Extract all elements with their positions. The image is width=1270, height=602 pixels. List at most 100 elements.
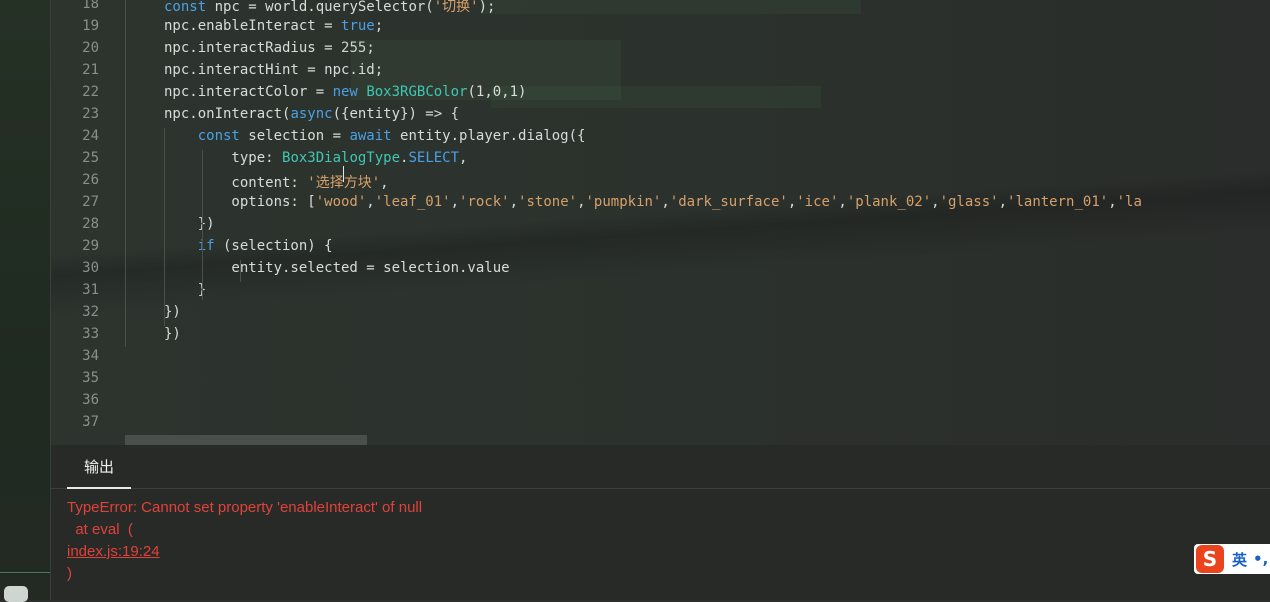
sogou-logo-icon: S — [1196, 545, 1224, 573]
code-token: , — [366, 194, 375, 210]
code-token: , — [1108, 194, 1117, 210]
code-token: npc.interactRadius = — [164, 40, 342, 56]
line-number: 21 — [82, 62, 99, 78]
code-line[interactable]: npc.interactRadius = 255; — [164, 40, 375, 56]
scene-overlay — [481, 0, 861, 14]
code-token: }) — [164, 304, 181, 320]
panel-tabbar: 输出 — [51, 445, 1270, 489]
sidebar-divider — [0, 572, 50, 573]
line-number: 23 — [82, 106, 99, 122]
line-number: 30 — [82, 260, 99, 276]
code-token: async — [290, 106, 333, 122]
code-token: true — [341, 18, 375, 34]
code-line[interactable]: options: ['wood','leaf_01','rock','stone… — [164, 194, 1142, 210]
code-token: , — [459, 150, 468, 166]
code-token: , — [577, 194, 586, 210]
code-token: entity.selected = selection.value — [164, 260, 510, 276]
code-line[interactable]: entity.selected = selection.value — [164, 260, 510, 276]
line-number: 20 — [82, 40, 99, 56]
code-token: } — [164, 282, 207, 298]
text-cursor — [343, 166, 344, 182]
code-token: content: — [164, 175, 308, 191]
code-token: , — [931, 194, 940, 210]
code-line[interactable]: npc.interactColor = new Box3RGBColor(1,0… — [164, 84, 526, 100]
indent-guide — [240, 260, 241, 282]
error-stack-line: at eval ( — [67, 521, 133, 538]
code-token: 'stone' — [518, 194, 578, 210]
code-line[interactable]: }) — [164, 304, 181, 320]
code-line[interactable]: npc.onInteract(async({entity}) => { — [164, 106, 459, 122]
code-token: options: [ — [164, 194, 316, 210]
indent-guide — [125, 0, 126, 347]
code-token: ; — [374, 18, 384, 34]
ime-language-toggle[interactable]: 英 — [1232, 549, 1247, 570]
code-token: , — [380, 175, 389, 191]
code-line[interactable]: const npc = world.querySelector('切换'); — [164, 0, 495, 16]
code-token: npc.enableInteract = — [164, 18, 342, 34]
error-source-link[interactable]: index.js:19:24 — [67, 543, 160, 560]
code-token: 'wood' — [315, 194, 367, 210]
output-panel: 输出 TypeError: Cannot set property 'enabl… — [51, 445, 1270, 600]
indent-guide — [164, 128, 165, 326]
code-line[interactable]: }) — [164, 326, 181, 342]
code-token: const — [164, 0, 207, 15]
code-token: (selection) { — [214, 238, 333, 254]
tab-output[interactable]: 输出 — [67, 445, 131, 489]
ime-toolbar[interactable]: S 英 •, — [1194, 544, 1270, 574]
code-token: , — [450, 194, 460, 210]
code-token: npc.interactColor = — [164, 84, 333, 100]
code-token: type: — [164, 150, 283, 166]
code-token: 'dark_surface' — [669, 194, 788, 210]
code-token: (1,0,1) — [467, 84, 527, 100]
code-token: '切换' — [433, 0, 479, 15]
error-stack-close: ) — [67, 565, 72, 582]
code-token: 'glass' — [939, 194, 999, 210]
code-line[interactable]: content: '选择方块', — [164, 172, 389, 192]
code-token: , — [998, 194, 1008, 210]
code-line[interactable]: type: Box3DialogType.SELECT, — [164, 150, 467, 166]
code-token: 'la — [1116, 194, 1142, 210]
code-token: npc.onInteract( — [164, 106, 291, 122]
line-number: 28 — [82, 216, 99, 232]
code-token: entity.player.dialog({ — [391, 128, 586, 144]
code-token: ; — [366, 40, 375, 56]
code-token: }) — [164, 216, 215, 232]
code-token: , — [661, 194, 670, 210]
line-number: 24 — [82, 128, 99, 144]
code-token: 'lantern_01' — [1007, 194, 1109, 210]
code-token: , — [787, 194, 797, 210]
code-line[interactable]: } — [164, 282, 206, 298]
code-token: const — [197, 128, 240, 144]
code-line[interactable]: if (selection) { — [164, 238, 333, 254]
code-token: 'plank_02' — [846, 194, 932, 210]
code-token: if — [197, 238, 215, 254]
line-number: 22 — [82, 84, 99, 100]
code-token: 'leaf_01' — [374, 194, 451, 210]
line-number: 35 — [82, 370, 99, 386]
code-token: 'pumpkin' — [585, 194, 662, 210]
code-token: , — [838, 194, 847, 210]
horizontal-scrollbar[interactable] — [125, 435, 367, 445]
code-token: SELECT — [408, 150, 460, 166]
code-token: await — [349, 128, 392, 144]
code-token: 255 — [341, 40, 367, 56]
code-token: Box3RGBColor — [366, 84, 468, 100]
code-line[interactable]: npc.enableInteract = true; — [164, 18, 383, 34]
ime-punctuation-toggle[interactable]: •, — [1253, 550, 1268, 568]
code-line[interactable]: }) — [164, 216, 215, 232]
code-token: selection = — [239, 128, 350, 144]
line-number: 33 — [82, 326, 99, 342]
code-token: 'rock' — [459, 194, 510, 210]
code-line[interactable]: const selection = await entity.player.di… — [164, 128, 586, 144]
line-number: 37 — [82, 414, 99, 430]
line-number: 19 — [82, 18, 99, 34]
line-number: 31 — [82, 282, 99, 298]
line-number: 36 — [82, 392, 99, 408]
code-editor[interactable]: 18 19 20 21 22 23 24 25 26 27 28 29 30 31 32 33 34 35 36 37… — [51, 0, 1270, 445]
code-line[interactable]: npc.interactHint = npc.id; — [164, 62, 383, 78]
error-message: TypeError: Cannot set property 'enableIn… — [67, 499, 423, 516]
line-number: 25 — [82, 150, 99, 166]
code-token: ({entity}) => { — [332, 106, 460, 122]
